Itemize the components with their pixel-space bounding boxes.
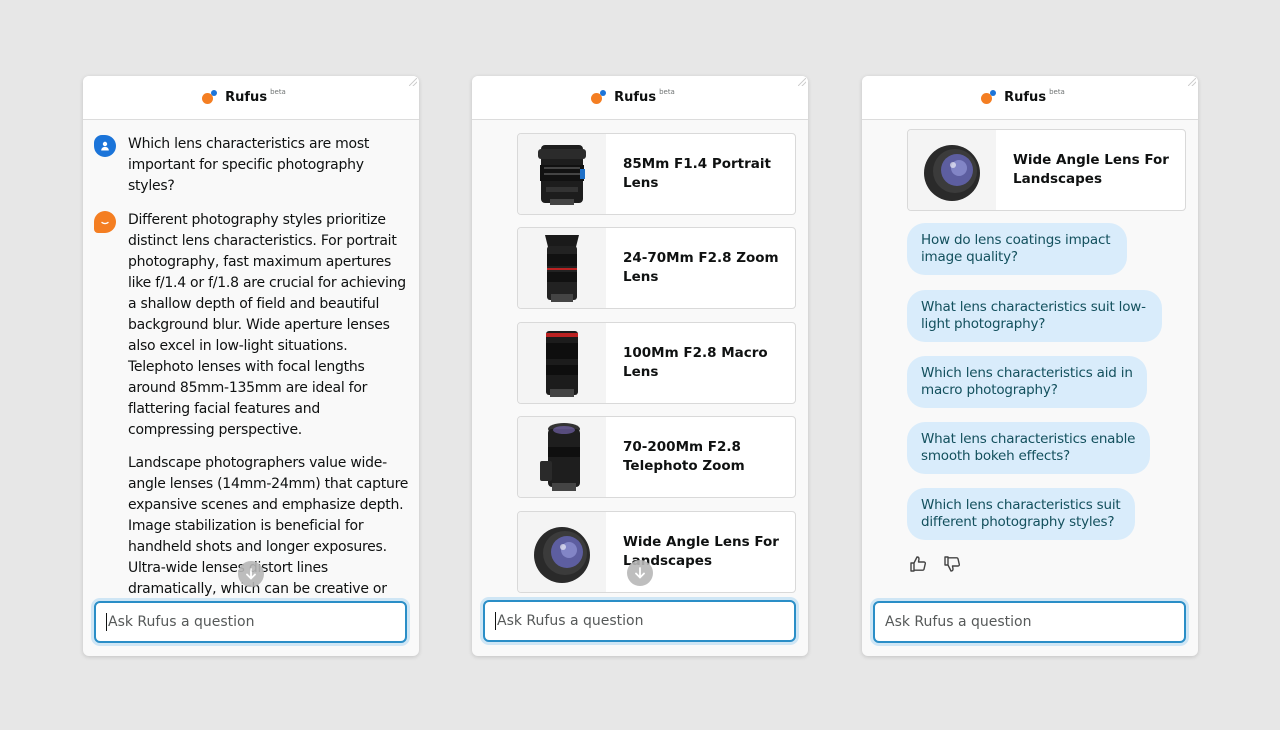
product-title: 24-70Mm F2.8 Zoom Lens	[623, 250, 779, 285]
beta-badge: beta	[270, 87, 286, 96]
ask-input-box[interactable]	[94, 601, 407, 643]
scroll-down-button[interactable]	[627, 560, 653, 586]
product-title: 70-200Mm F2.8 Telephoto Zoom	[623, 439, 745, 474]
brand-name: Rufus	[225, 90, 268, 105]
text-caret	[106, 613, 107, 631]
suggested-question-chip[interactable]: How do lens coatings impact image qualit…	[907, 223, 1127, 275]
resize-handle-icon[interactable]	[1188, 78, 1196, 86]
rufus-logo-icon	[200, 89, 220, 106]
portrait-lens-image	[518, 134, 606, 214]
brand-name: Rufus	[1004, 90, 1047, 105]
suggested-question-chip[interactable]: What lens characteristics enable smooth …	[907, 422, 1150, 474]
product-card[interactable]: 85Mm F1.4 Portrait Lens	[517, 133, 796, 215]
rufus-chat-panel-conversation: Rufus beta Which lens characteristics ar…	[83, 76, 419, 656]
suggested-question-chip[interactable]: Which lens characteristics aid in macro …	[907, 356, 1147, 408]
product-card[interactable]: 70-200Mm F2.8 Telephoto Zoom	[517, 416, 796, 498]
macro-lens-image	[518, 323, 606, 403]
ask-input-box[interactable]	[483, 600, 796, 642]
ask-input[interactable]	[497, 613, 784, 629]
thumbs-down-icon[interactable]	[942, 554, 962, 574]
ask-input-box[interactable]	[873, 601, 1186, 643]
text-caret	[495, 612, 496, 630]
panel-header: Rufus beta	[83, 76, 419, 120]
answer-paragraph: Different photography styles prioritize …	[128, 212, 406, 438]
arrow-down-icon	[246, 568, 256, 580]
rufus-avatar-icon	[94, 211, 116, 233]
assistant-message: Different photography styles prioritize …	[94, 210, 409, 597]
wide-angle-lens-image	[908, 130, 996, 210]
scroll-down-button[interactable]	[238, 561, 264, 587]
suggested-question-chip[interactable]: What lens characteristics suit low-light…	[907, 290, 1162, 342]
rufus-logo-icon	[979, 89, 999, 106]
rufus-logo: Rufus beta	[200, 87, 286, 106]
user-question-text: Which lens characteristics are most impo…	[128, 136, 370, 194]
feedback-buttons	[908, 554, 962, 574]
chat-body[interactable]: 85Mm F1.4 Portrait Lens 24-70Mm F2.8 Zoo…	[472, 121, 808, 597]
brand-name: Rufus	[614, 90, 657, 105]
product-title: 100Mm F2.8 Macro Lens	[623, 345, 768, 380]
beta-badge: beta	[659, 87, 675, 96]
product-card[interactable]: 24-70Mm F2.8 Zoom Lens	[517, 227, 796, 309]
zoom-lens-image	[518, 228, 606, 308]
rufus-logo: Rufus beta	[979, 87, 1065, 106]
suggested-question-chip[interactable]: Which lens characteristics suit differen…	[907, 488, 1135, 540]
answer-paragraph: Landscape photographers value wide-angle…	[128, 455, 409, 597]
product-card[interactable]: Wide Angle Lens For Landscapes	[517, 511, 796, 593]
wide-angle-lens-image	[518, 512, 606, 592]
resize-handle-icon[interactable]	[409, 78, 417, 86]
product-card[interactable]: Wide Angle Lens For Landscapes	[907, 129, 1186, 211]
rufus-chat-panel-suggestions: Rufus beta Wide Angle Lens For Landscape…	[862, 76, 1198, 656]
product-card[interactable]: 100Mm F2.8 Macro Lens	[517, 322, 796, 404]
user-message: Which lens characteristics are most impo…	[94, 134, 409, 197]
resize-handle-icon[interactable]	[798, 78, 806, 86]
rufus-chat-panel-products: Rufus beta 85Mm F1.4 Portrait Lens 24-70…	[472, 76, 808, 656]
user-avatar-icon	[94, 135, 116, 157]
product-title: Wide Angle Lens For Landscapes	[1013, 152, 1169, 187]
beta-badge: beta	[1049, 87, 1065, 96]
thumbs-up-icon[interactable]	[908, 554, 928, 574]
arrow-down-icon	[635, 567, 645, 579]
rufus-logo-icon	[589, 89, 609, 106]
assistant-answer: Different photography styles prioritize …	[128, 210, 409, 597]
telephoto-lens-image	[518, 417, 606, 497]
product-title: 85Mm F1.4 Portrait Lens	[623, 156, 771, 191]
ask-input[interactable]	[108, 614, 395, 630]
ask-input[interactable]	[885, 614, 1174, 630]
panel-header: Rufus beta	[862, 76, 1198, 120]
chat-body[interactable]: Wide Angle Lens For Landscapes How do le…	[862, 121, 1198, 597]
rufus-logo: Rufus beta	[589, 87, 675, 106]
panel-header: Rufus beta	[472, 76, 808, 120]
chat-body[interactable]: Which lens characteristics are most impo…	[83, 121, 419, 597]
